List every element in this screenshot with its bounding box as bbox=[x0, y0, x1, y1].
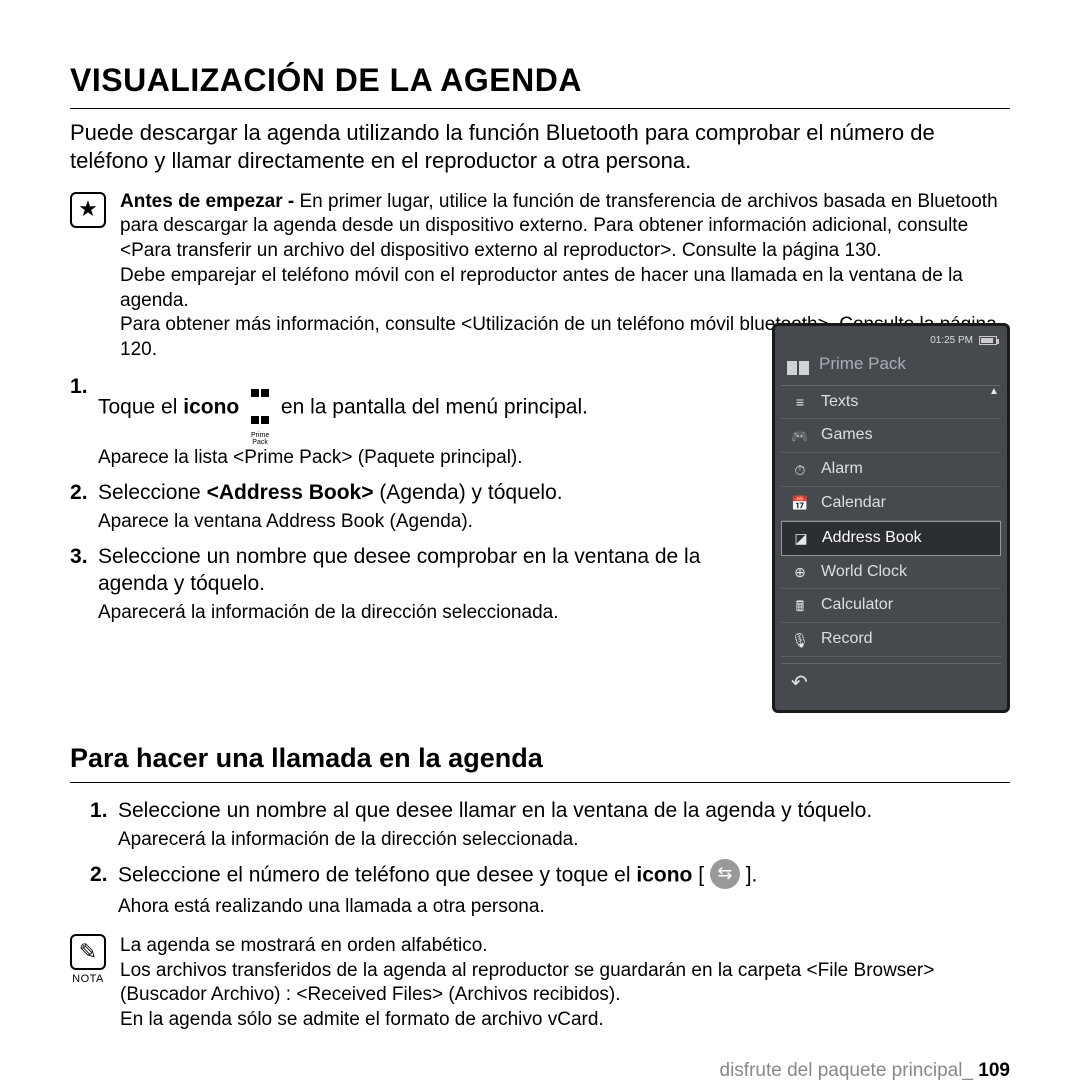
device-item-label: Calendar bbox=[821, 493, 886, 514]
device-item-label: Alarm bbox=[821, 459, 863, 480]
steps-list-1: Toque el icono Prime Pack en la pantalla… bbox=[70, 373, 752, 627]
call-icon: ⇆ bbox=[710, 859, 740, 889]
call-step-2-sub: Ahora está realizando una llamada a otra… bbox=[118, 895, 1010, 920]
nota-line-2: Los archivos transferidos de la agenda a… bbox=[120, 959, 1010, 1008]
star-icon: ★ bbox=[70, 192, 106, 228]
page-title: VISUALIZACIÓN DE LA AGENDA bbox=[70, 60, 1010, 109]
device-menu-list: ≡ Texts 🎮 Games ⏱ Alarm 📅 Calendar ◪ Address Book… bbox=[781, 385, 1001, 657]
call-step-1: Seleccione un nombre al que desee llamar… bbox=[70, 797, 1010, 853]
device-scrollbar[interactable]: ▲ bbox=[989, 385, 993, 657]
page-footer: disfrute del paquete principal_ 109 bbox=[70, 1059, 1010, 1083]
device-item-texts[interactable]: ≡ Texts bbox=[781, 386, 1001, 420]
nota-block: ✎ NOTA La agenda se mostrará en orden al… bbox=[70, 934, 1010, 1033]
steps-list-2: Seleccione un nombre al que desee llamar… bbox=[70, 797, 1010, 920]
battery-icon bbox=[979, 336, 997, 345]
step-3: Seleccione un nombre que desee comprobar… bbox=[70, 543, 752, 626]
call-step-2: Seleccione el número de teléfono que des… bbox=[70, 861, 1010, 920]
device-item-games[interactable]: 🎮 Games bbox=[781, 419, 1001, 453]
device-item-icon: 🎙 bbox=[791, 631, 809, 649]
device-item-label: Texts bbox=[821, 392, 858, 413]
call-step-1-sub: Aparecerá la información de la dirección… bbox=[118, 828, 1010, 853]
device-item-label: World Clock bbox=[821, 562, 907, 583]
nota-line-1: La agenda se mostrará en orden alfabétic… bbox=[120, 934, 1010, 959]
device-item-alarm[interactable]: ⏱ Alarm bbox=[781, 453, 1001, 487]
nota-line-3: En la agenda sólo se admite el formato d… bbox=[120, 1008, 1010, 1033]
step-3-sub: Aparecerá la información de la dirección… bbox=[98, 601, 752, 626]
device-item-label: Games bbox=[821, 425, 873, 446]
device-item-icon: 🖩 bbox=[791, 597, 809, 615]
step-1: Toque el icono Prime Pack en la pantalla… bbox=[70, 373, 752, 471]
device-item-icon: ⊕ bbox=[791, 563, 809, 581]
device-item-label: Record bbox=[821, 629, 873, 650]
device-item-icon: ≡ bbox=[791, 393, 809, 411]
device-back-button[interactable]: ↶ bbox=[781, 663, 1001, 702]
device-item-icon: 📅 bbox=[791, 494, 809, 512]
device-item-calendar[interactable]: 📅 Calendar bbox=[781, 487, 1001, 521]
note-lead: Antes de empezar - bbox=[120, 191, 300, 212]
scroll-up-icon[interactable]: ▲ bbox=[989, 385, 993, 398]
pencil-icon: ✎ bbox=[70, 934, 106, 970]
device-status-bar: 01:25 PM bbox=[781, 332, 1001, 349]
device-item-address-book[interactable]: ◪ Address Book bbox=[781, 521, 1001, 556]
step-2-sub: Aparece la ventana Address Book (Agenda)… bbox=[98, 510, 752, 535]
device-item-icon: ⏱ bbox=[791, 461, 809, 479]
device-title: Prime Pack bbox=[781, 349, 1001, 385]
device-time: 01:25 PM bbox=[930, 334, 973, 347]
prime-pack-icon: Prime Pack bbox=[245, 377, 275, 447]
step-2: Seleccione <Address Book> (Agenda) y tóq… bbox=[70, 479, 752, 535]
device-item-record[interactable]: 🎙 Record bbox=[781, 623, 1001, 657]
subtitle: Para hacer una llamada en la agenda bbox=[70, 741, 1010, 783]
device-item-icon: 🎮 bbox=[791, 427, 809, 445]
device-screenshot: 01:25 PM Prime Pack ≡ Texts 🎮 Games ⏱ Alarm 📅 C… bbox=[772, 323, 1010, 713]
note-text-2: Debe emparejar el teléfono móvil con el … bbox=[120, 264, 1010, 313]
device-item-label: Address Book bbox=[822, 528, 922, 549]
nota-label: NOTA bbox=[70, 972, 106, 986]
step-1-sub: Aparece la lista <Prime Pack> (Paquete p… bbox=[98, 446, 752, 471]
page-number: 109 bbox=[978, 1060, 1010, 1081]
device-item-world-clock[interactable]: ⊕ World Clock bbox=[781, 556, 1001, 590]
device-item-calculator[interactable]: 🖩 Calculator bbox=[781, 589, 1001, 623]
device-item-icon: ◪ bbox=[792, 529, 810, 547]
intro-text: Puede descargar la agenda utilizando la … bbox=[70, 119, 1010, 176]
gift-icon bbox=[787, 353, 809, 375]
device-item-label: Calculator bbox=[821, 595, 893, 616]
